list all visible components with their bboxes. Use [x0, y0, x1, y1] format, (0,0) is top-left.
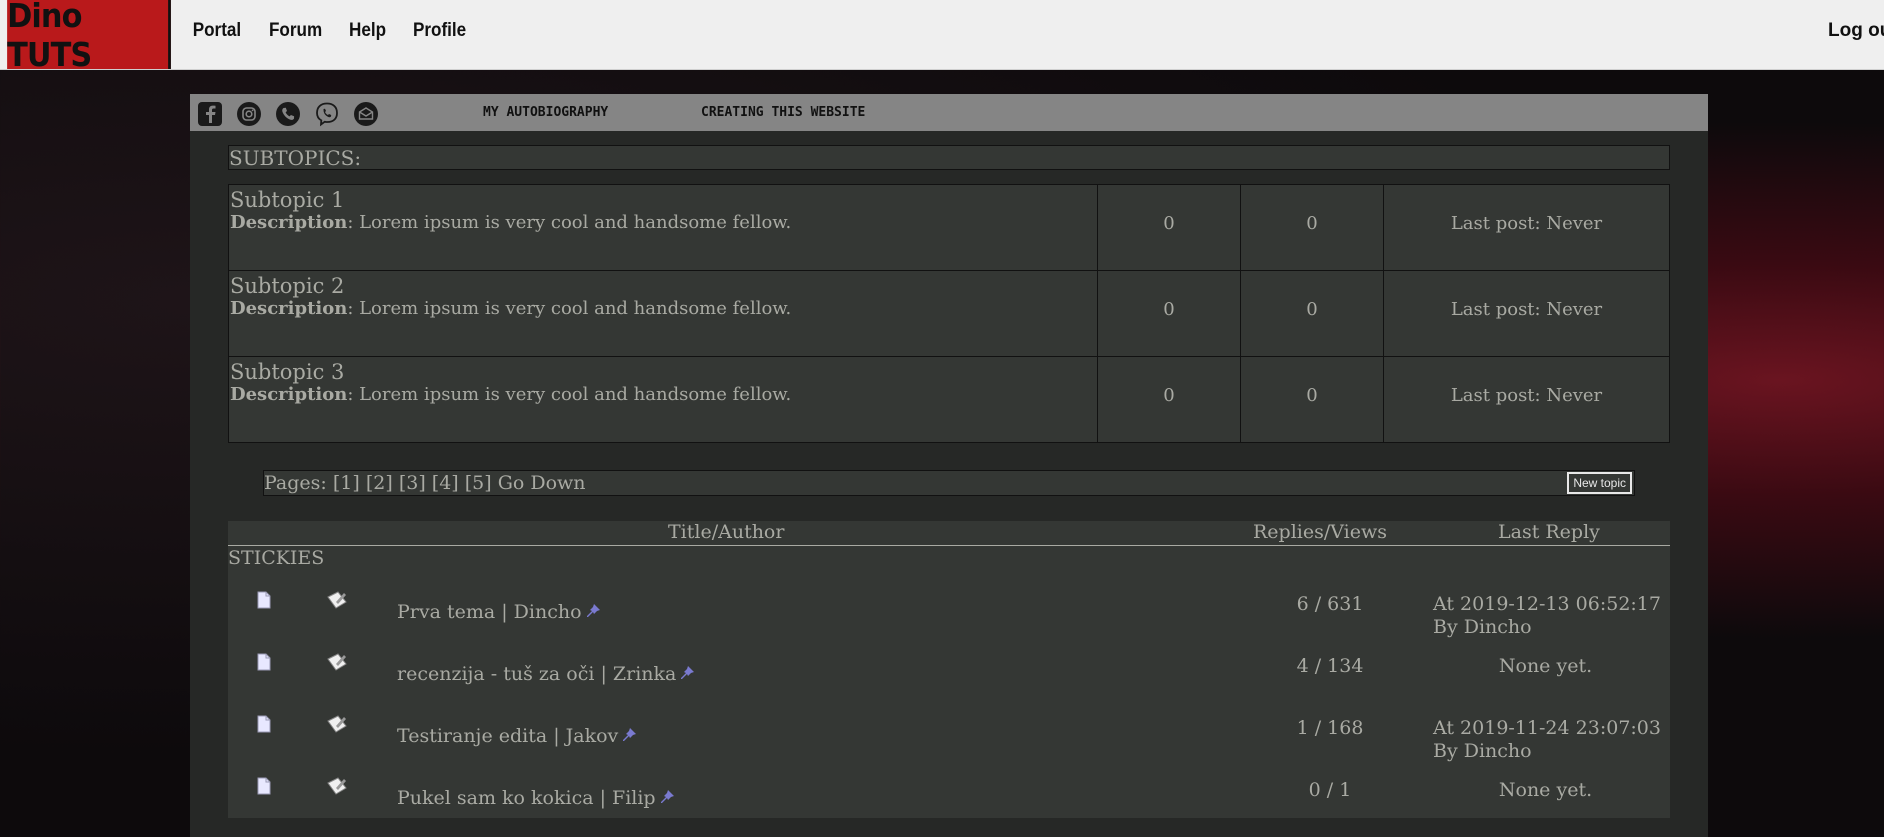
instagram-icon[interactable]: [235, 100, 262, 127]
go-down-link[interactable]: Go Down: [498, 472, 586, 494]
pages-label: Pages:: [264, 472, 327, 494]
pin-icon: [679, 664, 695, 686]
subtopic-topics-count: 0: [1097, 356, 1241, 443]
subtopic-last-post: Last post: Never: [1383, 270, 1670, 357]
topic-title-text[interactable]: recenzija - tuš za oči | Zrinka: [397, 663, 676, 685]
subtopic-last-post: Last post: Never: [1383, 356, 1670, 443]
topic-title[interactable]: Prva tema | Dincho: [397, 601, 601, 624]
nav-help[interactable]: Help: [349, 20, 386, 42]
topic-last-reply[interactable]: At 2019-11-24 23:07:03 By Dincho: [1433, 717, 1688, 763]
topic-title[interactable]: recenzija - tuš za oči | Zrinka: [397, 663, 695, 686]
pin-icon: [621, 726, 637, 748]
main-nav: Portal Forum Help Profile: [190, 20, 491, 42]
topic-title-text[interactable]: Prva tema | Dincho: [397, 601, 582, 623]
description-label: Description: [230, 298, 348, 319]
forum-container: MY AUTOBIOGRAPHY CREATING THIS WEBSITE S…: [190, 94, 1708, 837]
topic-row: Prva tema | Dincho 6 / 631 At 2019-12-13…: [228, 583, 1670, 643]
logout-link[interactable]: Log out: [1828, 20, 1884, 42]
subtopic-description: Description: Lorem ipsum is very cool an…: [230, 384, 791, 405]
page-link-5[interactable]: [5]: [465, 472, 492, 494]
topic-last-reply: None yet.: [1498, 779, 1593, 801]
topic-replies-views: 6 / 631: [1296, 593, 1364, 615]
topic-title[interactable]: Testiranje edita | Jakov: [397, 725, 637, 748]
subtopic-info: Subtopic 2 Description: Lorem ipsum is v…: [228, 270, 1098, 357]
subtopic-posts-count: 0: [1240, 356, 1384, 443]
col-last-reply: Last Reply: [1498, 521, 1600, 543]
subtopic-topics-count: 0: [1097, 270, 1241, 357]
topic-title-text[interactable]: Testiranje edita | Jakov: [397, 725, 618, 747]
topic-page-icon: [256, 653, 272, 676]
topic-last-reply[interactable]: At 2019-12-13 06:52:17 By Dincho: [1433, 593, 1688, 639]
topic-post-icon: [325, 713, 349, 740]
pin-icon: [659, 788, 675, 810]
topic-page-icon: [256, 591, 272, 614]
col-replies-views: Replies/Views: [1253, 521, 1387, 543]
pin-icon: [585, 602, 601, 624]
topic-page-icon: [256, 777, 272, 800]
topic-post-icon: [325, 589, 349, 616]
viber-icon[interactable]: [313, 100, 340, 127]
topic-row: Pukel sam ko kokica | Filip 0 / 1 None y…: [228, 769, 1670, 815]
subtopics-heading: SUBTOPICS:: [228, 145, 1670, 170]
description-text: : Lorem ipsum is very cool and handsome …: [347, 298, 792, 319]
description-text: : Lorem ipsum is very cool and handsome …: [347, 212, 792, 233]
subtopic-title[interactable]: Subtopic 1: [230, 188, 1096, 212]
page-link-3[interactable]: [3]: [399, 472, 426, 494]
subtopic-row: Subtopic 2 Description: Lorem ipsum is v…: [228, 270, 1670, 357]
topic-row: Testiranje edita | Jakov 1 / 168 At 2019…: [228, 707, 1670, 767]
page-link-2[interactable]: [2]: [366, 472, 393, 494]
description-text: : Lorem ipsum is very cool and handsome …: [347, 384, 792, 405]
topic-page-icon: [256, 715, 272, 738]
site-logo[interactable]: Dino TUTS: [7, 0, 171, 74]
nav-profile[interactable]: Profile: [413, 20, 466, 42]
col-title-author: Title/Author: [668, 521, 785, 543]
nav-portal[interactable]: Portal: [193, 20, 241, 42]
nav-forum[interactable]: Forum: [269, 20, 322, 42]
subtopic-description: Description: Lorem ipsum is very cool an…: [230, 212, 791, 233]
subtopic-posts-count: 0: [1240, 270, 1384, 357]
topic-replies-views: 0 / 1: [1308, 779, 1352, 801]
subtopics-table: Subtopic 1 Description: Lorem ipsum is v…: [228, 184, 1670, 443]
topic-replies-views: 4 / 134: [1296, 655, 1364, 677]
social-bar: MY AUTOBIOGRAPHY CREATING THIS WEBSITE: [190, 94, 1708, 131]
creating-website-link[interactable]: CREATING THIS WEBSITE: [701, 105, 865, 120]
topic-row: recenzija - tuš za oči | Zrinka 4 / 134 …: [228, 645, 1670, 705]
subtopic-row: Subtopic 3 Description: Lorem ipsum is v…: [228, 356, 1670, 443]
pagination-bar: Pages: [1] [2] [3] [4] [5] Go Down New t…: [263, 470, 1635, 496]
topic-last-reply: None yet.: [1498, 655, 1593, 677]
subtopic-title[interactable]: Subtopic 2: [230, 274, 1096, 298]
description-label: Description: [230, 212, 348, 233]
phone-icon[interactable]: [274, 100, 301, 127]
subtopic-topics-count: 0: [1097, 184, 1241, 271]
autobiography-link[interactable]: MY AUTOBIOGRAPHY: [483, 105, 608, 120]
subtopic-row: Subtopic 1 Description: Lorem ipsum is v…: [228, 184, 1670, 271]
description-label: Description: [230, 384, 348, 405]
topic-title[interactable]: Pukel sam ko kokica | Filip: [397, 787, 675, 810]
topics-table: Title/Author Replies/Views Last Reply ST…: [228, 521, 1670, 818]
subtopic-last-post: Last post: Never: [1383, 184, 1670, 271]
mail-icon[interactable]: [352, 100, 379, 127]
top-navbar: Dino TUTS Portal Forum Help Profile Log …: [0, 0, 1884, 74]
page-link-4[interactable]: [4]: [432, 472, 459, 494]
subtopic-posts-count: 0: [1240, 184, 1384, 271]
topic-post-icon: [325, 775, 349, 802]
topic-title-text[interactable]: Pukel sam ko kokica | Filip: [397, 787, 656, 809]
topic-post-icon: [325, 651, 349, 678]
subtopic-info: Subtopic 1 Description: Lorem ipsum is v…: [228, 184, 1098, 271]
facebook-icon[interactable]: [196, 100, 223, 127]
topics-header: Title/Author Replies/Views Last Reply: [228, 521, 1670, 546]
page-link-1[interactable]: [1]: [333, 472, 360, 494]
subtopic-description: Description: Lorem ipsum is very cool an…: [230, 298, 791, 319]
subtopic-title[interactable]: Subtopic 3: [230, 360, 1096, 384]
topic-replies-views: 1 / 168: [1296, 717, 1364, 739]
new-topic-button[interactable]: New topic: [1567, 472, 1632, 494]
stickies-label: STICKIES: [228, 547, 325, 569]
subtopic-info: Subtopic 3 Description: Lorem ipsum is v…: [228, 356, 1098, 443]
